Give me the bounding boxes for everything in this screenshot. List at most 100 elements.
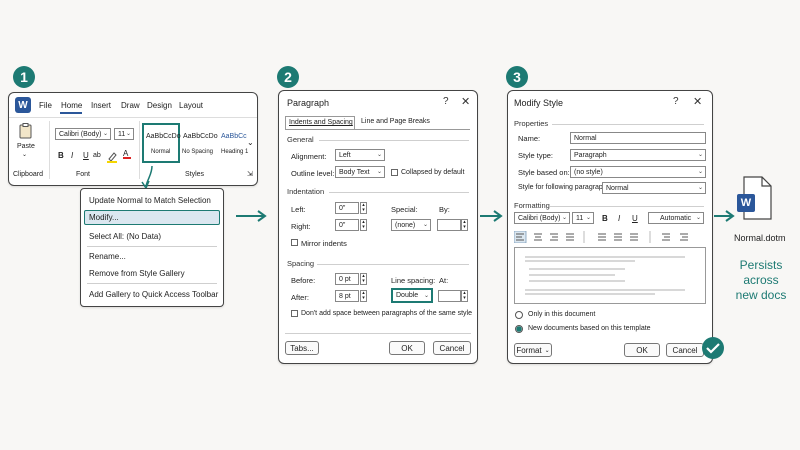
only-this-doc-radio[interactable] [515,311,523,319]
style-no-spacing-tile[interactable]: AaBbCcDo No Spacing [181,123,219,163]
tab-layout[interactable]: Layout [179,101,203,110]
word-file-icon-letter: W [740,197,752,209]
persist-note-line: new docs [735,288,787,302]
spacing-before-input[interactable]: 0 pt [335,273,359,285]
flow-arrow-icon [480,210,503,222]
highlighter-icon[interactable] [107,150,117,163]
spacing-before-spinner[interactable]: ▴ ▾ [360,273,367,285]
paste-icon[interactable] [19,123,33,139]
tab-home[interactable]: Home [61,101,82,110]
only-this-doc-label: Only in this document [528,311,596,318]
indent-right-label: Right: [291,222,311,231]
new-docs-radio[interactable] [515,325,523,333]
new-docs-label: New documents based on this template [528,325,651,332]
close-icon[interactable]: ✕ [461,95,470,108]
word-file-icon: W [736,176,772,220]
tab-border [285,129,470,130]
at-spinner[interactable]: ▴ ▾ [461,290,468,302]
spacing-after-input[interactable]: 8 pt [335,290,359,302]
paste-label[interactable]: Paste [17,143,35,150]
dont-add-space-label: Don't add space between paragraphs of th… [301,310,472,317]
format-underline-button[interactable]: U [632,214,638,223]
tab-home-underline [60,112,82,114]
font-color-button[interactable]: A [123,149,131,159]
following-select[interactable]: Normal ⌄ [602,182,706,194]
tab-design[interactable]: Design [147,101,172,110]
name-input[interactable]: Normal [570,132,706,144]
paste-chevron-icon[interactable]: ⌄ [22,151,27,158]
section-formatting: Formatting [514,201,550,210]
indent-right-spinner[interactable]: ▴ ▾ [360,219,367,231]
step-1-badge: 1 [13,66,35,88]
by-input[interactable] [437,219,461,231]
help-icon[interactable]: ? [673,96,679,107]
font-name-select[interactable]: Calibri (Body) ⌄ [55,128,111,140]
tab-file[interactable]: File [39,101,52,110]
menu-add-gallery-qat[interactable]: Add Gallery to Quick Access Toolbar [89,290,218,299]
group-label-styles: Styles [185,171,205,178]
spacing-after-label: After: [291,293,309,302]
spacing-before-label: Before: [291,276,316,285]
close-icon[interactable]: ✕ [693,95,702,108]
style-normal-tile[interactable]: AaBbCcDo Normal [142,123,181,163]
section-rule [317,264,469,265]
font-size-select[interactable]: 11 ⌄ [114,128,134,140]
style-type-select[interactable]: Paragraph ⌄ [570,149,706,161]
ok-button[interactable]: OK [624,343,660,357]
menu-modify[interactable]: Modify... [89,213,119,222]
name-label: Name: [518,134,541,143]
special-label: Special: [391,205,418,214]
menu-remove-from-gallery[interactable]: Remove from Style Gallery [89,269,185,278]
format-italic-button[interactable]: I [618,214,620,223]
italic-button[interactable]: I [71,151,73,160]
outline-level-select[interactable]: Body Text ⌄ [335,166,385,178]
spacing-after-spinner[interactable]: ▴ ▾ [360,290,367,302]
following-label: Style for following paragraph: [518,184,609,191]
mirror-indents-checkbox[interactable] [291,239,298,246]
alignment-label: Alignment: [291,152,327,161]
bold-button[interactable]: B [58,151,64,160]
menu-rename[interactable]: Rename... [89,252,126,261]
style-heading1-tile[interactable]: AaBbCc Heading 1 [220,123,250,163]
tab-draw[interactable]: Draw [121,101,140,110]
cancel-button[interactable]: Cancel [666,343,704,357]
menu-separator [87,283,217,284]
tab-insert[interactable]: Insert [91,101,111,110]
by-spinner[interactable]: ▴ ▾ [461,219,468,231]
tabs-button[interactable]: Tabs... [285,341,319,355]
dialog-launcher-icon[interactable]: ⇲ [247,170,253,178]
menu-select-all[interactable]: Select All: (No Data) [89,232,161,241]
line-spacing-select[interactable]: Double ⌄ [391,288,433,303]
color-select[interactable]: Automatic ⌄ [648,212,704,224]
indent-left-spinner[interactable]: ▴ ▾ [360,202,367,214]
dont-add-space-checkbox[interactable] [291,310,298,317]
persist-note-line: Persists [739,258,783,272]
modify-dialog-title: Modify Style [514,98,564,108]
indent-left-input[interactable]: 0" [335,202,359,214]
menu-update-normal[interactable]: Update Normal to Match Selection [89,196,211,205]
help-icon[interactable]: ? [443,96,449,107]
ok-button[interactable]: OK [389,341,425,355]
at-input[interactable] [438,290,461,302]
format-size-select[interactable]: 11 ⌄ [572,212,594,224]
checkmark-icon [702,337,724,359]
underline-button[interactable]: U [83,151,89,160]
outline-level-label: Outline level: [291,169,335,178]
collapsed-checkbox[interactable] [391,169,398,176]
tab-indents-spacing[interactable]: Indents and Spacing [285,116,355,130]
gallery-more-icon[interactable]: ⌄ [247,138,254,147]
flow-arrow-icon [236,210,267,222]
format-bold-button[interactable]: B [602,214,608,223]
format-button[interactable]: Format ⌄ [514,343,552,357]
strikethrough-button[interactable]: ab [93,152,101,159]
based-on-select[interactable]: (no style) ⌄ [570,166,706,178]
special-select[interactable]: (none) ⌄ [391,219,431,231]
style-normal-sample: AaBbCcDo [146,133,181,140]
cancel-button[interactable]: Cancel [433,341,471,355]
alignment-select[interactable]: Left ⌄ [335,149,385,161]
format-font-select[interactable]: Calibri (Body) ⌄ [514,212,570,224]
section-rule [550,206,704,207]
indent-right-input[interactable]: 0" [335,219,359,231]
menu-separator [87,246,217,247]
tab-line-page-breaks[interactable]: Line and Page Breaks [361,118,430,125]
